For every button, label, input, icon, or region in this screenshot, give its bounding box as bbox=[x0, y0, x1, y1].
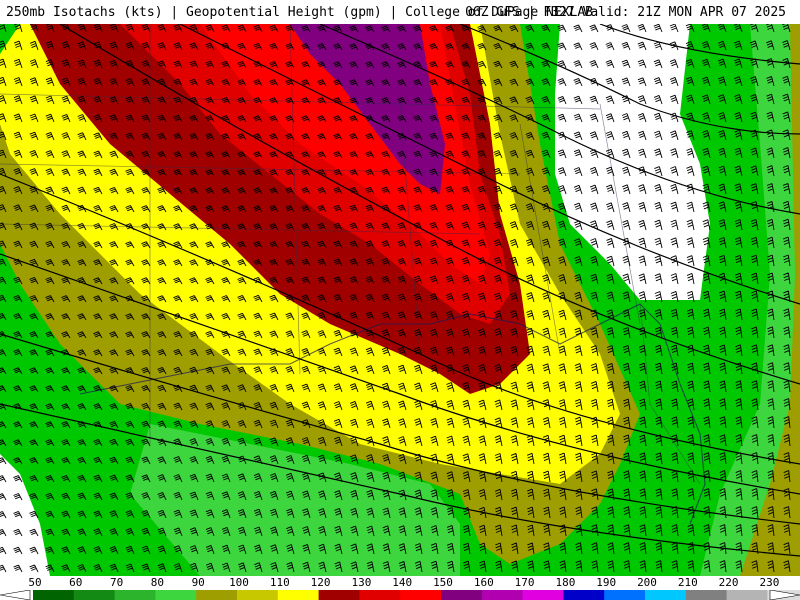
colorbar-swatch bbox=[209, 590, 224, 600]
colorbar-label: 50 bbox=[28, 576, 42, 589]
colorbar-swatch bbox=[536, 590, 551, 600]
colorbar-label: 180 bbox=[555, 576, 576, 589]
colorbar-swatch bbox=[305, 590, 320, 600]
colorbar-swatch bbox=[196, 590, 211, 600]
colorbar-swatch bbox=[549, 590, 564, 600]
colorbar-label: 120 bbox=[310, 576, 331, 589]
colorbar-swatch bbox=[359, 590, 374, 600]
colorbar-swatch bbox=[604, 590, 619, 600]
colorbar-swatch bbox=[699, 590, 714, 600]
colorbar-label: 100 bbox=[229, 576, 249, 589]
colorbar-swatch bbox=[672, 590, 687, 600]
colorbar-swatch bbox=[577, 590, 592, 600]
colorbar-label: 150 bbox=[433, 576, 453, 589]
colorbar-swatch bbox=[563, 590, 578, 600]
isotach-map bbox=[0, 24, 800, 576]
model-run-info: 06Z GFS | F327 Valid: 21Z MON APR 07 202… bbox=[465, 5, 786, 20]
colorbar-label: 170 bbox=[514, 576, 535, 589]
colorbar-swatch bbox=[237, 590, 252, 600]
colorbar-label: 90 bbox=[191, 576, 205, 589]
colorbar-swatch bbox=[495, 590, 510, 600]
colorbar-swatch bbox=[645, 590, 660, 600]
colorbar-label: 230 bbox=[759, 576, 780, 589]
colorbar-swatch bbox=[155, 590, 170, 600]
colorbar-swatch bbox=[33, 590, 48, 600]
colorbar-swatch bbox=[73, 590, 88, 600]
colorbar-label: 130 bbox=[351, 576, 372, 589]
colorbar-swatch bbox=[427, 590, 442, 600]
colorbar-swatch bbox=[740, 590, 755, 600]
colorbar-label: 140 bbox=[392, 576, 413, 589]
colorbar-swatch bbox=[685, 590, 700, 600]
colorbar-swatch bbox=[631, 590, 646, 600]
colorbar-swatch bbox=[46, 590, 61, 600]
colorbar-swatch bbox=[101, 590, 116, 600]
colorbar-swatch bbox=[481, 590, 496, 600]
colorbar-swatch bbox=[509, 590, 524, 600]
colorbar-label: 210 bbox=[677, 576, 698, 589]
colorbar-label: 60 bbox=[69, 576, 83, 589]
colorbar-swatch bbox=[522, 590, 537, 600]
colorbar-swatch bbox=[468, 590, 483, 600]
colorbar-label: 160 bbox=[473, 576, 494, 589]
colorbar-swatch bbox=[318, 590, 333, 600]
colorbar-swatch bbox=[345, 590, 360, 600]
colorbar-label: 190 bbox=[596, 576, 617, 589]
colorbar-swatch bbox=[726, 590, 741, 600]
colorbar-swatch bbox=[454, 590, 469, 600]
colorbar-label: 110 bbox=[269, 576, 290, 589]
colorbar-swatch bbox=[373, 590, 388, 600]
colorbar-swatch bbox=[332, 590, 347, 600]
colorbar-swatch bbox=[169, 590, 184, 600]
colorbar-swatch bbox=[400, 590, 415, 600]
colorbar-swatch bbox=[87, 590, 102, 600]
colorbar-swatch bbox=[182, 590, 197, 600]
colorbar-swatch bbox=[60, 590, 75, 600]
colorbar-swatch bbox=[713, 590, 728, 600]
colorbar-swatch bbox=[114, 590, 129, 600]
colorbar-swatch bbox=[413, 590, 428, 600]
weather-map-window: 250mb Isotachs (kts) | Geopotential Heig… bbox=[0, 0, 800, 600]
colorbar-swatch bbox=[291, 590, 306, 600]
colorbar-swatch bbox=[250, 590, 265, 600]
colorbar-swatch bbox=[141, 590, 156, 600]
isotach-colorbar bbox=[0, 590, 800, 600]
colorbar-low-arrow bbox=[0, 590, 31, 600]
colorbar-label: 70 bbox=[109, 576, 124, 589]
colorbar-swatch bbox=[441, 590, 456, 600]
colorbar-swatch bbox=[223, 590, 238, 600]
colorbar-swatch bbox=[658, 590, 673, 600]
colorbar-label: 80 bbox=[150, 576, 165, 589]
colorbar-swatch bbox=[386, 590, 401, 600]
colorbar-swatch bbox=[590, 590, 605, 600]
colorbar-swatch bbox=[277, 590, 292, 600]
colorbar-label: 220 bbox=[718, 576, 739, 589]
colorbar-swatch bbox=[128, 590, 143, 600]
colorbar-labels: 50 60 70 80 90 100 110 120 130 140 150 160 170 180 190… bbox=[0, 576, 800, 590]
title-bar: 250mb Isotachs (kts) | Geopotential Heig… bbox=[0, 0, 800, 24]
colorbar-label: 200 bbox=[637, 576, 657, 589]
colorbar-swatch bbox=[753, 590, 768, 600]
colorbar-swatch bbox=[264, 590, 279, 600]
colorbar-swatch bbox=[617, 590, 632, 600]
